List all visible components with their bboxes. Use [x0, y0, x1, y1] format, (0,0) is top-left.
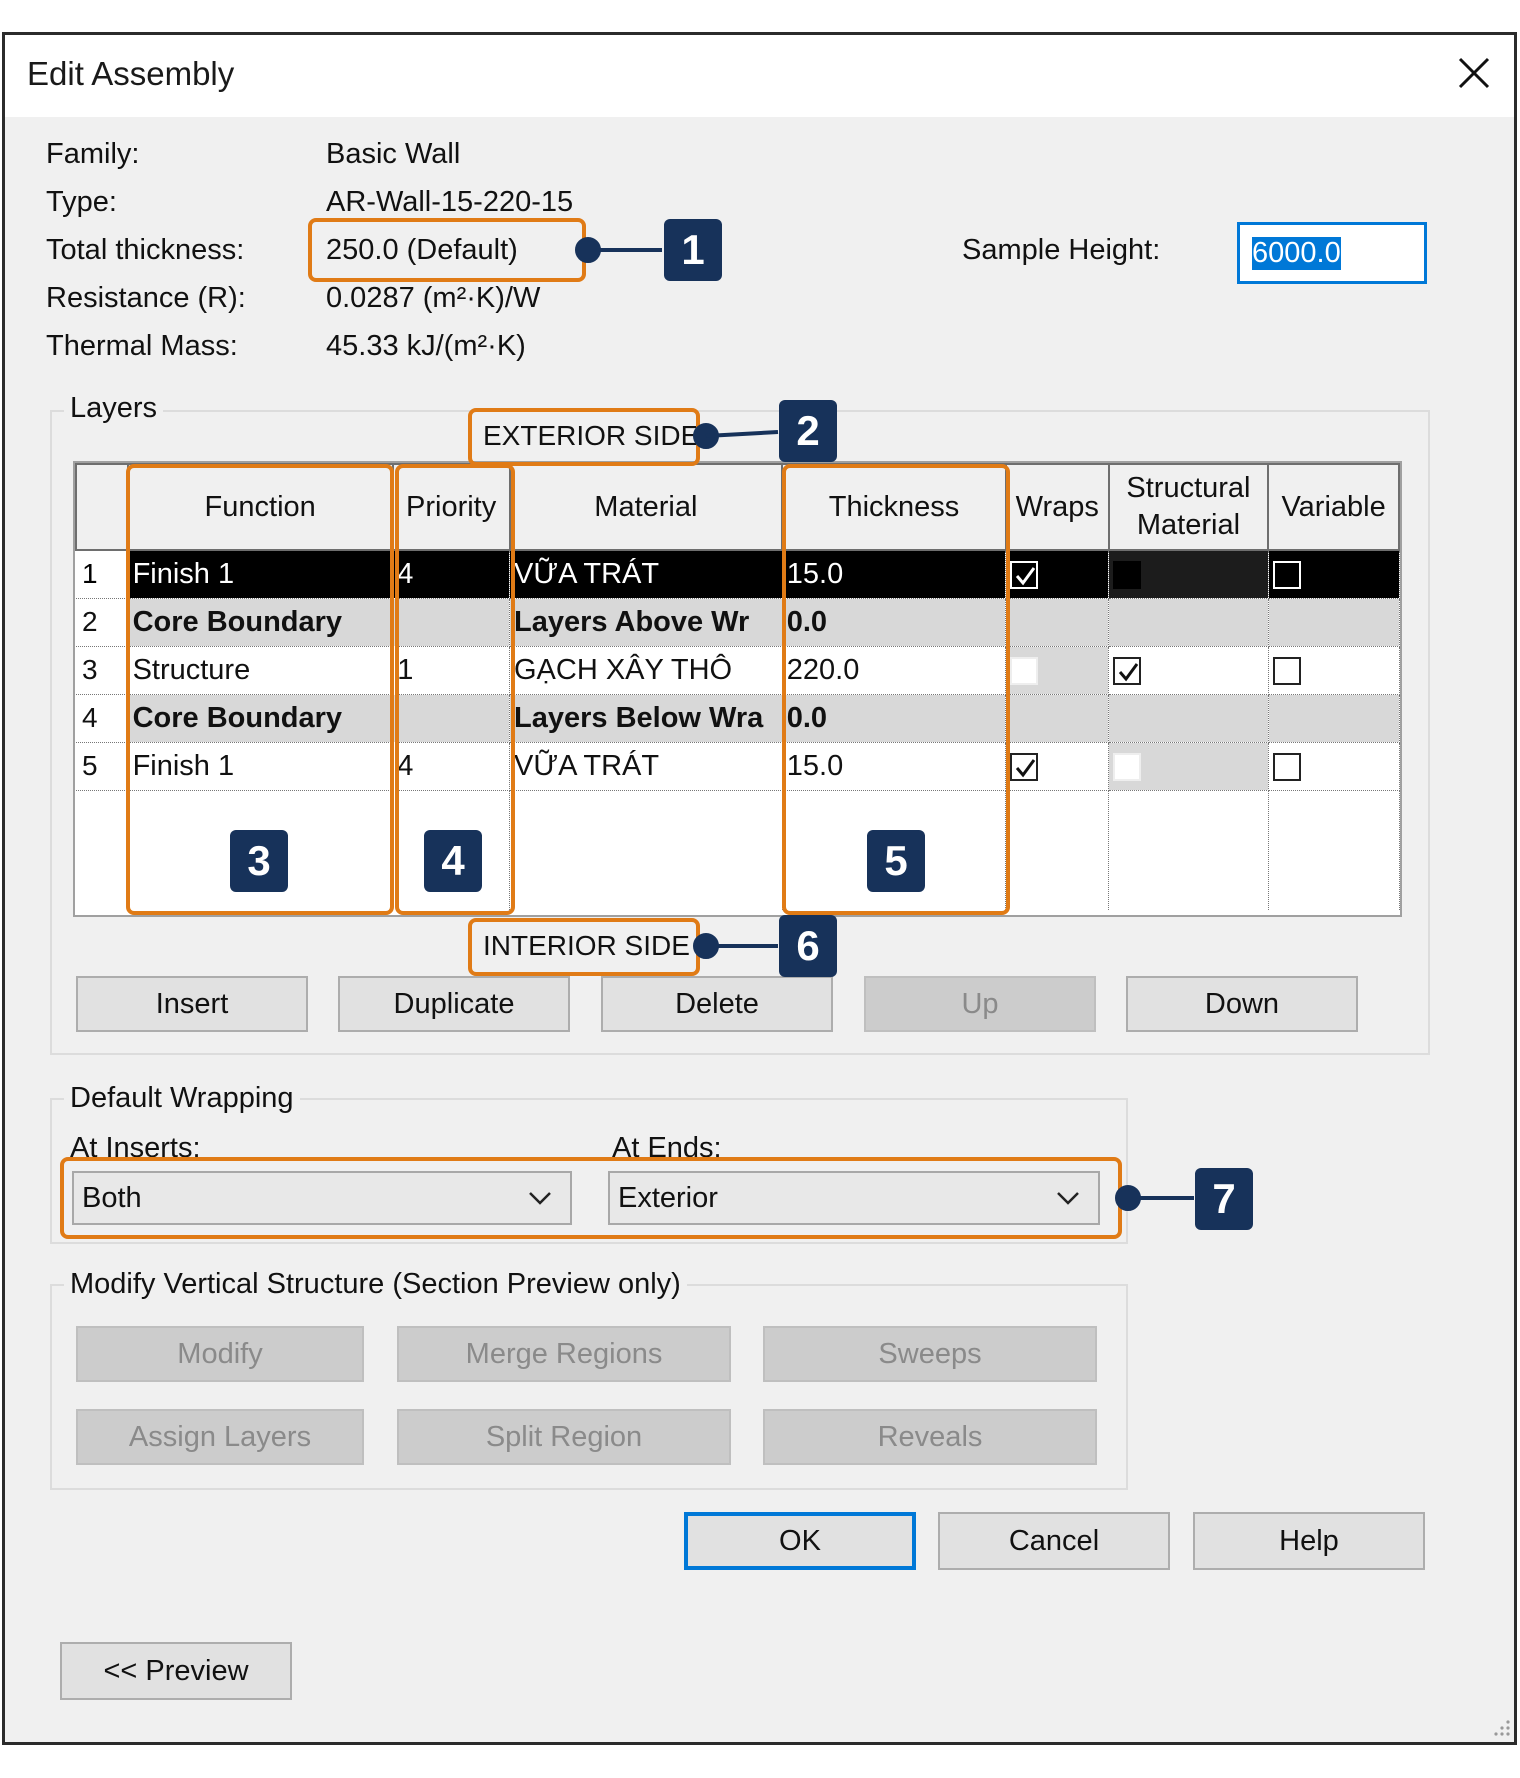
wraps-checkbox-checked[interactable]: [1010, 752, 1039, 781]
window-title: Edit Assembly: [27, 55, 235, 92]
family-label: Family:: [46, 138, 140, 170]
help-button[interactable]: Help: [1193, 1512, 1425, 1570]
row-number[interactable]: 3: [76, 646, 129, 695]
merge-regions-button[interactable]: Merge Regions: [397, 1326, 731, 1382]
cell-material: Layers Above Wr: [509, 598, 783, 647]
callout-badge-2: 2: [779, 400, 837, 462]
cell-variable[interactable]: [1268, 742, 1400, 791]
cell-wraps: [1005, 598, 1110, 647]
row-number[interactable]: 1: [76, 550, 129, 599]
structural-checkbox-disabled: [1113, 752, 1142, 781]
resize-grip-icon[interactable]: [1488, 1714, 1512, 1738]
empty-cell: [1108, 790, 1269, 910]
row-number-empty: [76, 790, 129, 910]
cell-material[interactable]: VỮA TRÁT: [509, 550, 783, 599]
checkmark-icon: [1119, 662, 1139, 682]
resistance-value: 0.0287 (m²·K)/W: [326, 282, 541, 314]
cell-material: Layers Below Wra: [509, 694, 783, 743]
cell-material[interactable]: VỮA TRÁT: [509, 742, 783, 791]
structural-checkbox-checked[interactable]: [1113, 656, 1142, 685]
checkmark-icon: [1016, 758, 1036, 778]
col-header-material[interactable]: Material: [508, 463, 784, 551]
variable-checkbox[interactable]: [1272, 561, 1301, 590]
callout-badge-6: 6: [779, 915, 837, 977]
callout-badge-1: 1: [664, 219, 722, 281]
delete-button[interactable]: Delete: [601, 976, 833, 1032]
sample-height-value: 6000.0: [1252, 236, 1341, 270]
split-region-button[interactable]: Split Region: [397, 1409, 731, 1465]
close-button[interactable]: [1444, 43, 1506, 105]
checkmark-icon: [1016, 567, 1036, 586]
cell-material[interactable]: GẠCH XÂY THÔ: [509, 646, 783, 695]
sample-height-input[interactable]: 6000.0: [1237, 222, 1427, 284]
col-header-variable[interactable]: Variable: [1267, 463, 1400, 551]
cell-wraps[interactable]: [1005, 550, 1110, 599]
callout-box-7: [60, 1157, 1122, 1239]
callout-badge-7: 7: [1195, 1168, 1253, 1230]
row-header-corner: [75, 463, 129, 551]
wraps-checkbox-checked[interactable]: [1010, 561, 1039, 590]
modify-button[interactable]: Modify: [76, 1326, 364, 1382]
col-header-structural-line1: Structural: [1126, 472, 1251, 504]
col-header-structural-material[interactable]: Structural Material: [1107, 463, 1270, 551]
col-header-wraps[interactable]: Wraps: [1004, 463, 1110, 551]
cell-structural: [1108, 742, 1269, 791]
cell-variable: [1268, 598, 1400, 647]
variable-checkbox[interactable]: [1272, 752, 1301, 781]
insert-button[interactable]: Insert: [76, 976, 308, 1032]
type-value: AR-Wall-15-220-15: [326, 186, 574, 218]
duplicate-button[interactable]: Duplicate: [338, 976, 570, 1032]
callout-badge-3: 3: [230, 830, 288, 892]
sweeps-button[interactable]: Sweeps: [763, 1326, 1097, 1382]
thermal-mass-value: 45.33 kJ/(m²·K): [326, 330, 526, 362]
reveals-button[interactable]: Reveals: [763, 1409, 1097, 1465]
up-button[interactable]: Up: [864, 976, 1096, 1032]
cell-variable[interactable]: [1268, 646, 1400, 695]
cell-structural[interactable]: [1108, 550, 1269, 599]
callout-badge-4: 4: [424, 830, 482, 892]
cell-variable: [1268, 694, 1400, 743]
cell-wraps: [1005, 694, 1110, 743]
ok-button[interactable]: OK: [684, 1512, 916, 1570]
title-bar: Edit Assembly: [5, 35, 1514, 117]
cell-structural: [1108, 598, 1269, 647]
variable-checkbox[interactable]: [1272, 656, 1301, 685]
assign-layers-button[interactable]: Assign Layers: [76, 1409, 364, 1465]
type-label: Type:: [46, 186, 117, 218]
callout-box-2: [468, 408, 700, 466]
close-icon: [1458, 57, 1490, 89]
cell-structural: [1108, 694, 1269, 743]
down-button[interactable]: Down: [1126, 976, 1358, 1032]
vertical-structure-title: Modify Vertical Structure (Section Previ…: [64, 1268, 687, 1301]
cell-variable[interactable]: [1268, 550, 1400, 599]
cell-wraps: [1005, 646, 1110, 695]
row-number[interactable]: 4: [76, 694, 129, 743]
empty-cell: [509, 790, 783, 910]
cancel-button[interactable]: Cancel: [938, 1512, 1170, 1570]
total-thickness-label: Total thickness:: [46, 234, 245, 266]
preview-button[interactable]: << Preview: [60, 1642, 292, 1700]
structural-checkbox-disabled: [1113, 561, 1142, 590]
thermal-mass-label: Thermal Mass:: [46, 330, 238, 362]
callout-box-6: [468, 918, 700, 976]
col-header-structural-line2: Material: [1136, 509, 1241, 541]
empty-cell: [1005, 790, 1110, 910]
default-wrapping-title: Default Wrapping: [64, 1082, 300, 1115]
wraps-checkbox-disabled: [1010, 656, 1039, 685]
cell-wraps[interactable]: [1005, 742, 1110, 791]
resistance-label: Resistance (R):: [46, 282, 246, 314]
layers-group-title: Layers: [64, 392, 164, 425]
cell-structural[interactable]: [1108, 646, 1269, 695]
callout-badge-5: 5: [867, 830, 925, 892]
empty-cell: [1268, 790, 1400, 910]
callout-box-1: [308, 218, 586, 282]
sample-height-label: Sample Height:: [962, 234, 1161, 266]
family-value: Basic Wall: [326, 138, 461, 170]
row-number[interactable]: 2: [76, 598, 129, 647]
row-number[interactable]: 5: [76, 742, 129, 791]
